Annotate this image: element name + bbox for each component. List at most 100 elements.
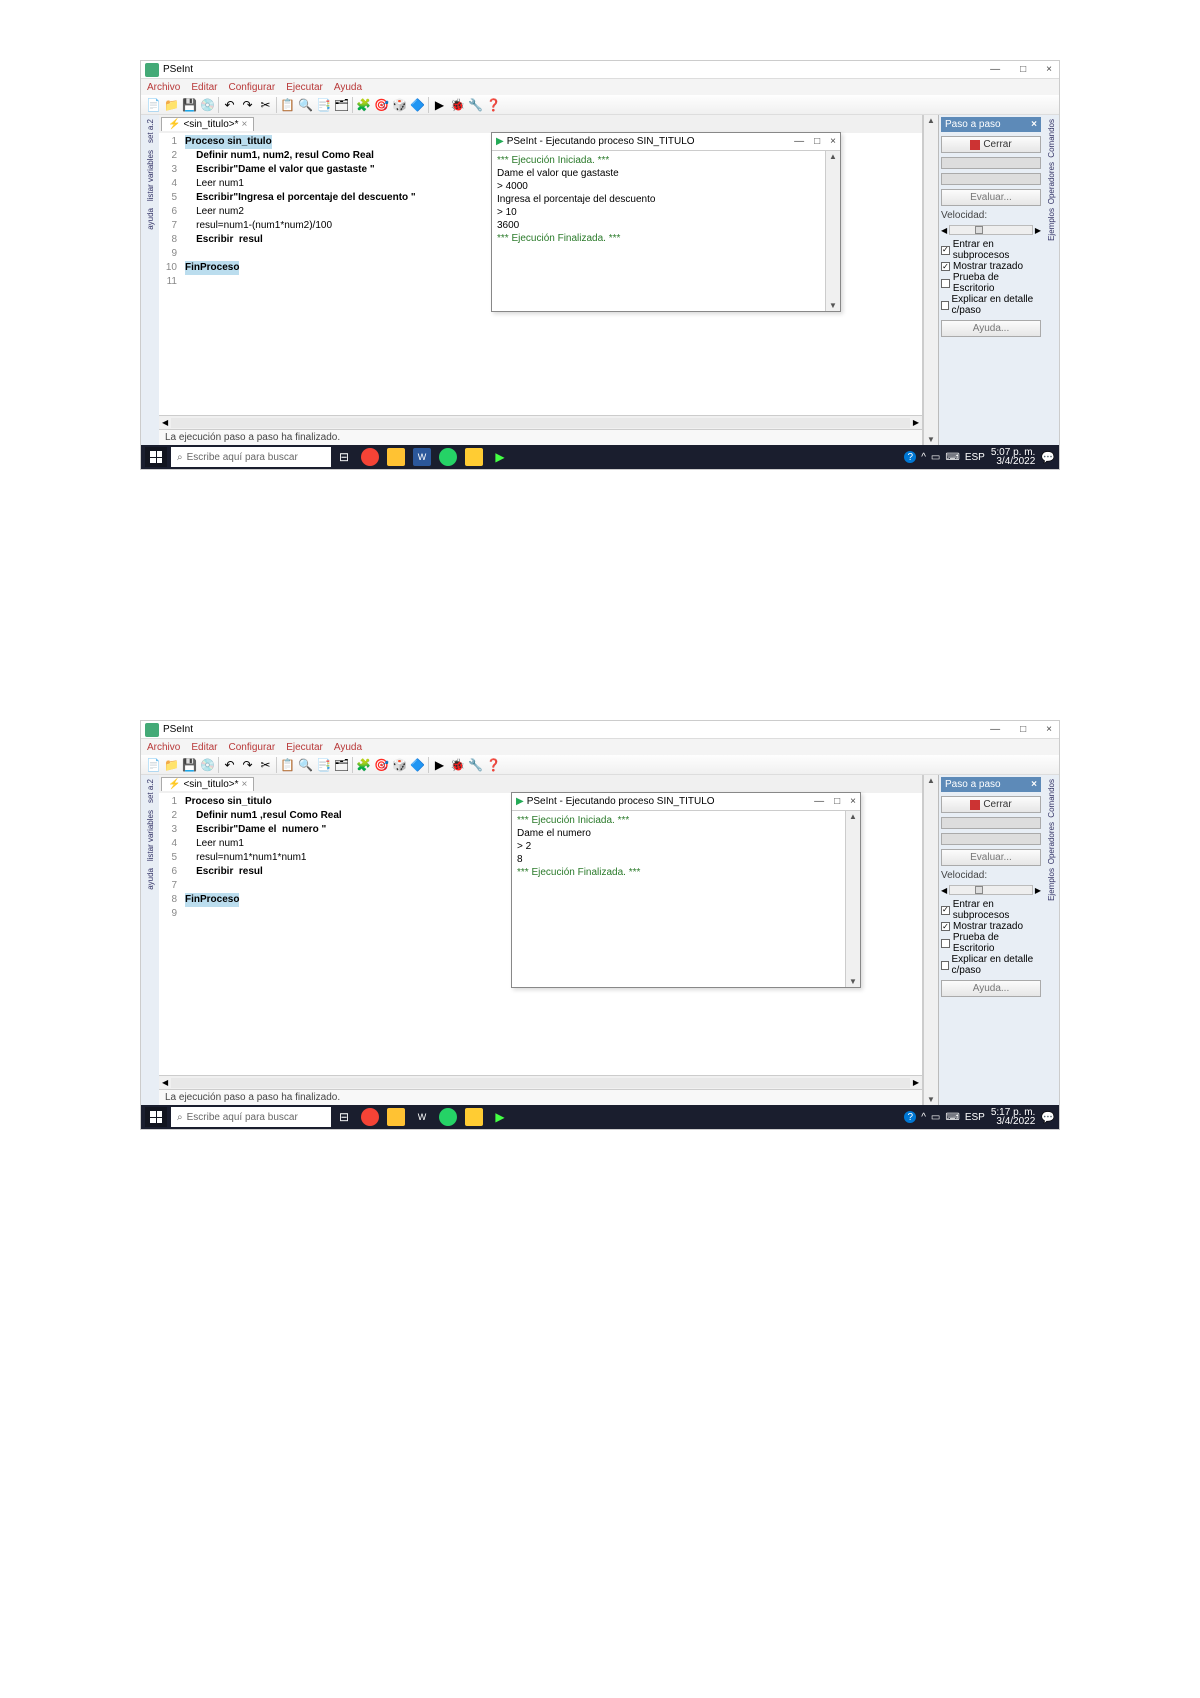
console-output[interactable]: *** Ejecución Iniciada. ***Dame el valor… xyxy=(492,151,825,311)
toolbar-btn-4[interactable]: ↶ xyxy=(221,756,238,773)
menu-ayuda[interactable]: Ayuda xyxy=(334,742,362,753)
word-icon[interactable]: W xyxy=(413,448,431,466)
taskbar-search[interactable]: ⌕ Escribe aquí para buscar xyxy=(171,1107,331,1127)
toolbar-btn-0[interactable]: 📄 xyxy=(145,756,162,773)
toolbar-btn-13[interactable]: 🎲 xyxy=(391,756,408,773)
scroll-up-icon[interactable]: ▲ xyxy=(828,151,838,162)
toolbar-btn-16[interactable]: 🐞 xyxy=(449,96,466,113)
explorer-icon[interactable] xyxy=(387,1108,405,1126)
console-min[interactable]: — xyxy=(814,796,824,807)
velocidad-slider[interactable] xyxy=(949,885,1033,895)
rvtab-1[interactable]: Comandos xyxy=(1046,117,1057,160)
checkbox[interactable]: ✓ xyxy=(941,246,950,255)
slider-right-icon[interactable]: ▶ xyxy=(1035,886,1041,895)
toolbar-btn-18[interactable]: ❓ xyxy=(485,96,502,113)
rvtab-2[interactable]: Operadores xyxy=(1046,820,1057,866)
toolbar-btn-5[interactable]: ↷ xyxy=(239,756,256,773)
ayuda-button[interactable]: Ayuda... xyxy=(941,980,1041,997)
lang-indicator[interactable]: ESP xyxy=(965,452,985,463)
toolbar-btn-17[interactable]: 🔧 xyxy=(467,96,484,113)
scroll-left-icon[interactable]: ◀ xyxy=(159,418,171,427)
option-row[interactable]: Prueba de Escritorio xyxy=(941,272,1041,294)
battery-icon[interactable]: ▭ xyxy=(931,1112,940,1123)
clock[interactable]: 5:07 p. m. 3/4/2022 xyxy=(991,448,1035,466)
console-vscroll[interactable]: ▲ ▼ xyxy=(825,151,840,311)
clock[interactable]: 5:17 p. m. 3/4/2022 xyxy=(991,1108,1035,1126)
taskbar-search[interactable]: ⌕ Escribe aquí para buscar xyxy=(171,447,331,467)
scroll-right-icon[interactable]: ▶ xyxy=(910,418,922,427)
option-row[interactable]: Prueba de Escritorio xyxy=(941,932,1041,954)
console-output[interactable]: *** Ejecución Iniciada. ***Dame el numer… xyxy=(512,811,845,987)
toolbar-btn-12[interactable]: 🎯 xyxy=(373,756,390,773)
toolbar-btn-7[interactable]: 📋 xyxy=(279,96,296,113)
explorer-icon[interactable] xyxy=(387,448,405,466)
run-task-icon[interactable]: ▶ xyxy=(491,448,509,466)
vtab-2[interactable]: listar variables xyxy=(145,148,156,203)
console-close[interactable]: × xyxy=(830,136,836,147)
scroll-up-icon[interactable]: ▲ xyxy=(848,811,858,822)
word-icon[interactable]: W xyxy=(413,1108,431,1126)
menu-archivo[interactable]: Archivo xyxy=(147,82,180,93)
vtab-3[interactable]: ayuda xyxy=(145,866,156,892)
toolbar-btn-8[interactable]: 🔍 xyxy=(297,756,314,773)
doc-tab[interactable]: ⚡ <sin_titulo>* × xyxy=(161,117,254,131)
toolbar-btn-0[interactable]: 📄 xyxy=(145,96,162,113)
vtab-1[interactable]: set a.2 xyxy=(145,117,156,145)
minimize-button[interactable]: — xyxy=(987,724,1003,735)
menu-ejecutar[interactable]: Ejecutar xyxy=(286,742,323,753)
notifications-icon[interactable]: 💬 xyxy=(1041,1111,1055,1124)
close-button[interactable]: × xyxy=(1043,724,1055,735)
toolbar-btn-11[interactable]: 🧩 xyxy=(355,756,372,773)
toolbar-btn-3[interactable]: 💿 xyxy=(199,96,216,113)
doc-tab-close[interactable]: × xyxy=(242,779,248,790)
toolbar-btn-5[interactable]: ↷ xyxy=(239,96,256,113)
wifi-icon[interactable]: ⌨ xyxy=(945,452,959,463)
console-min[interactable]: — xyxy=(794,136,804,147)
toolbar-btn-10[interactable]: 🗂 xyxy=(333,756,350,773)
checkbox[interactable]: ✓ xyxy=(941,262,950,271)
maximize-button[interactable]: □ xyxy=(1017,724,1029,735)
checkbox[interactable] xyxy=(941,279,950,288)
rvtab-2[interactable]: Operadores xyxy=(1046,160,1057,206)
help-tray-icon[interactable]: ? xyxy=(904,1111,916,1123)
console-max[interactable]: □ xyxy=(814,136,820,147)
toolbar-btn-14[interactable]: 🔷 xyxy=(409,756,426,773)
wifi-icon[interactable]: ⌨ xyxy=(945,1112,959,1123)
checkbox[interactable] xyxy=(941,939,950,948)
toolbar-btn-12[interactable]: 🎯 xyxy=(373,96,390,113)
evaluar-button[interactable]: Evaluar... xyxy=(941,189,1041,206)
run-task-icon[interactable]: ▶ xyxy=(491,1108,509,1126)
toolbar-btn-3[interactable]: 💿 xyxy=(199,756,216,773)
velocidad-slider[interactable] xyxy=(949,225,1033,235)
start-button[interactable] xyxy=(145,1107,167,1127)
scroll-down-icon[interactable]: ▼ xyxy=(926,434,936,445)
toolbar-btn-18[interactable]: ❓ xyxy=(485,756,502,773)
minimize-button[interactable]: — xyxy=(987,64,1003,75)
help-tray-icon[interactable]: ? xyxy=(904,451,916,463)
pseint-task-icon[interactable] xyxy=(465,1108,483,1126)
vtab-2[interactable]: listar variables xyxy=(145,808,156,863)
toolbar-btn-11[interactable]: 🧩 xyxy=(355,96,372,113)
toolbar-btn-9[interactable]: 📑 xyxy=(315,96,332,113)
toolbar-btn-1[interactable]: 📁 xyxy=(163,756,180,773)
scroll-down-icon[interactable]: ▼ xyxy=(926,1094,936,1105)
vtab-1[interactable]: set a.2 xyxy=(145,777,156,805)
option-row[interactable]: ✓Entrar en subprocesos xyxy=(941,239,1041,261)
toolbar-btn-15[interactable]: ▶ xyxy=(431,96,448,113)
editor-hscroll[interactable]: ◀ ▶ xyxy=(159,1075,922,1089)
option-row[interactable]: ✓Mostrar trazado xyxy=(941,921,1041,932)
scroll-right-icon[interactable]: ▶ xyxy=(910,1078,922,1087)
toolbar-btn-13[interactable]: 🎲 xyxy=(391,96,408,113)
menu-configurar[interactable]: Configurar xyxy=(228,82,275,93)
chrome-icon[interactable] xyxy=(361,1108,379,1126)
close-button[interactable]: × xyxy=(1043,64,1055,75)
pseint-task-icon[interactable] xyxy=(465,448,483,466)
scroll-up-icon[interactable]: ▲ xyxy=(926,115,936,126)
menu-archivo[interactable]: Archivo xyxy=(147,742,180,753)
main-vscroll[interactable]: ▲ ▼ xyxy=(923,115,938,445)
cortana-icon[interactable]: ⊟ xyxy=(335,448,353,466)
whatsapp-icon[interactable] xyxy=(439,1108,457,1126)
toolbar-btn-9[interactable]: 📑 xyxy=(315,756,332,773)
menu-ejecutar[interactable]: Ejecutar xyxy=(286,82,323,93)
toolbar-btn-6[interactable]: ✂ xyxy=(257,96,274,113)
